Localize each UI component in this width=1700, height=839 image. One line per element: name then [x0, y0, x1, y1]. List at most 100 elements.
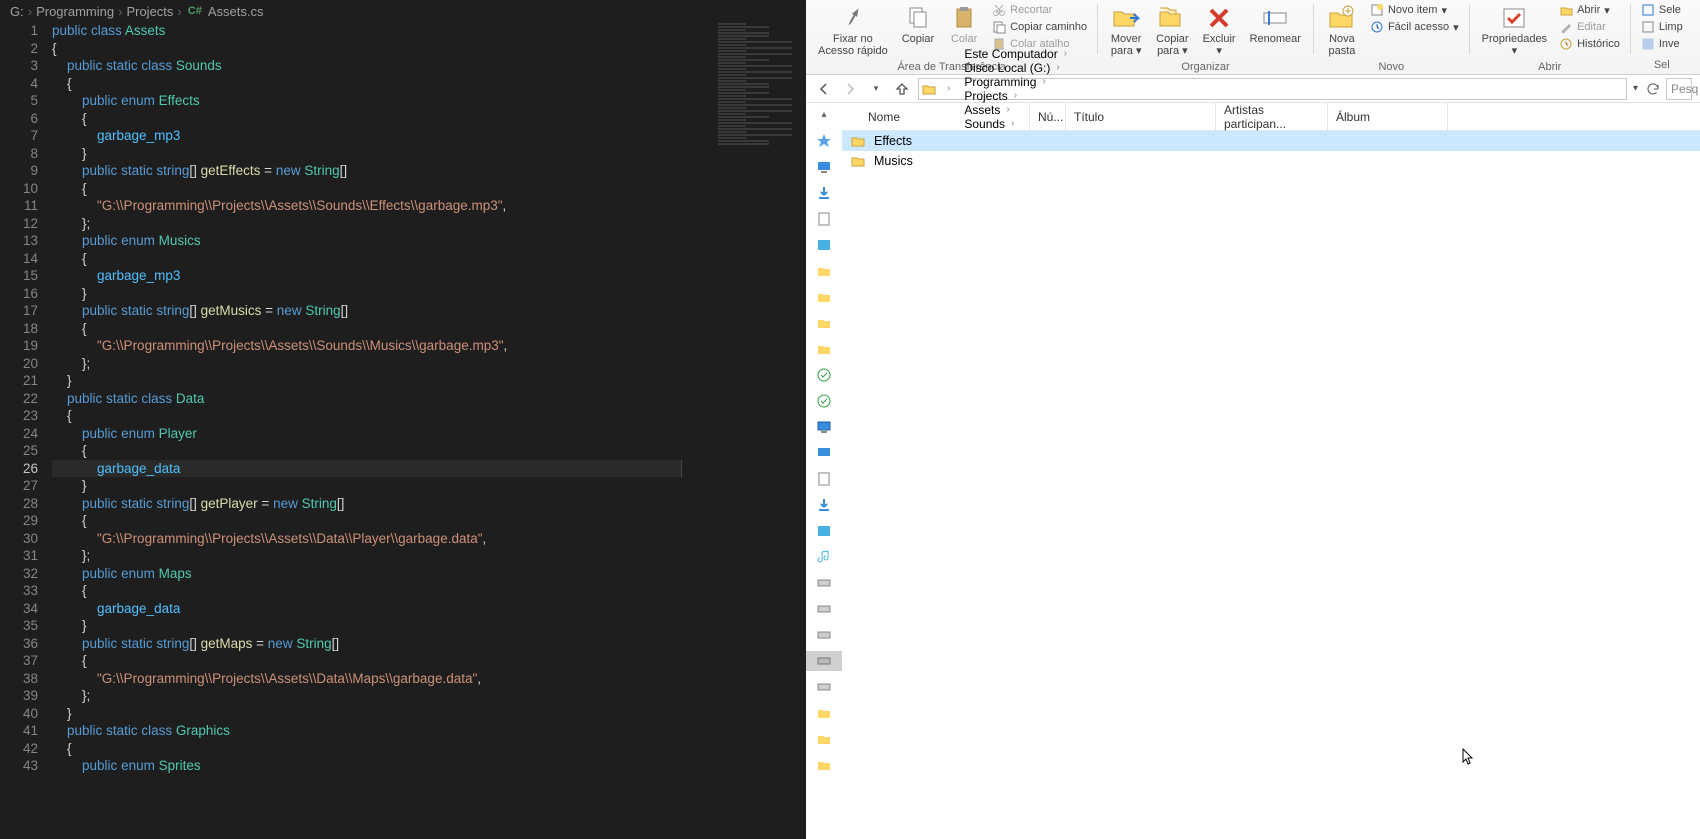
drive-icon[interactable]	[813, 599, 835, 619]
code-line[interactable]: public enum Musics	[52, 232, 806, 250]
code-line[interactable]: garbage_mp3	[52, 127, 806, 145]
line-number[interactable]: 33	[0, 582, 38, 600]
this-pc-icon[interactable]	[813, 417, 835, 437]
search-input[interactable]: Pesq	[1666, 78, 1692, 100]
crumb[interactable]: G:	[10, 4, 24, 19]
folder-icon[interactable]	[813, 287, 835, 307]
code-line[interactable]: public static class Data	[52, 390, 806, 408]
line-number[interactable]: 35	[0, 617, 38, 635]
line-number[interactable]: 2	[0, 40, 38, 58]
code-line[interactable]: public class Assets	[52, 22, 806, 40]
breadcrumb-segment[interactable]: Este Computador›	[960, 47, 1077, 61]
crumb[interactable]: Projects	[126, 4, 173, 19]
desktop-icon[interactable]	[813, 443, 835, 463]
column-headers[interactable]: NomeNú...TítuloArtistas participan...Álb…	[842, 103, 1700, 131]
breadcrumb-segment[interactable]: Programming›	[960, 75, 1077, 89]
downloads-icon[interactable]	[813, 495, 835, 515]
vscode-breadcrumbs[interactable]: G:› Programming› Projects› C# Assets.cs	[0, 0, 806, 22]
code-line[interactable]: {	[52, 110, 806, 128]
line-number[interactable]: 23	[0, 407, 38, 425]
line-number[interactable]: 26	[0, 460, 38, 478]
line-number[interactable]: 29	[0, 512, 38, 530]
line-number[interactable]: 17	[0, 302, 38, 320]
code-line[interactable]: }	[52, 372, 806, 390]
code-line[interactable]: {	[52, 442, 806, 460]
code-line[interactable]: "G:\\Programming\\Projects\\Assets\\Data…	[52, 670, 806, 688]
code-line[interactable]: {	[52, 320, 806, 338]
properties-button[interactable]: Propriedades▾	[1476, 2, 1553, 59]
line-number[interactable]: 38	[0, 670, 38, 688]
code-line[interactable]: {	[52, 740, 806, 758]
code-line[interactable]: };	[52, 355, 806, 373]
folder-row[interactable]: Effects	[842, 131, 1700, 151]
forward-button[interactable]	[840, 79, 860, 99]
code-line[interactable]: "G:\\Programming\\Projects\\Assets\\Data…	[52, 530, 806, 548]
onedrive-sync-icon[interactable]	[813, 391, 835, 411]
line-number[interactable]: 32	[0, 565, 38, 583]
code-line[interactable]: garbage_mp3	[52, 267, 806, 285]
paste-button[interactable]: Colar	[942, 2, 986, 47]
code-line[interactable]: garbage_data	[52, 460, 682, 478]
code-line[interactable]: {	[52, 40, 806, 58]
folder-icon[interactable]	[813, 703, 835, 723]
documents-icon[interactable]	[813, 469, 835, 489]
recent-locations-button[interactable]: ▾	[866, 79, 886, 99]
new-folder-button[interactable]: Novapasta	[1320, 2, 1364, 59]
line-number[interactable]: 6	[0, 110, 38, 128]
copy-button[interactable]: Copiar	[896, 2, 940, 47]
code-line[interactable]: }	[52, 617, 806, 635]
select-all-button[interactable]: Sele	[1637, 2, 1687, 18]
breadcrumb-path[interactable]: › Este Computador›Disco Local (G:)›Progr…	[918, 78, 1627, 100]
line-number[interactable]: 20	[0, 355, 38, 373]
crumb[interactable]: Programming	[36, 4, 114, 19]
code-content[interactable]: public class Assets{ public static class…	[52, 22, 806, 839]
folder-icon[interactable]	[813, 313, 835, 333]
rename-button[interactable]: Renomear	[1244, 2, 1307, 47]
breadcrumb-segment[interactable]: Disco Local (G:)›	[960, 61, 1077, 75]
clear-selection-button[interactable]: Limp	[1637, 19, 1687, 35]
line-number[interactable]: 21	[0, 372, 38, 390]
folder-icon[interactable]	[813, 339, 835, 359]
code-line[interactable]: public static class Sounds	[52, 57, 806, 75]
nav-tree-collapsed[interactable]: ▴	[806, 103, 842, 839]
line-number[interactable]: 1	[0, 22, 38, 40]
column-header[interactable]: Artistas participan...	[1216, 103, 1328, 130]
column-header[interactable]: Álbum	[1328, 103, 1448, 130]
line-number[interactable]: 24	[0, 425, 38, 443]
line-number[interactable]: 22	[0, 390, 38, 408]
code-line[interactable]: public static class Graphics	[52, 722, 806, 740]
open-button[interactable]: Abrir ▾	[1555, 2, 1624, 18]
copy-to-button[interactable]: Copiarpara ▾	[1150, 2, 1194, 59]
refresh-button[interactable]	[1646, 82, 1660, 96]
line-number[interactable]: 15	[0, 267, 38, 285]
line-number[interactable]: 31	[0, 547, 38, 565]
line-number[interactable]: 16	[0, 285, 38, 303]
line-number[interactable]: 10	[0, 180, 38, 198]
code-line[interactable]: public enum Sprites	[52, 757, 806, 775]
addr-dropdown-button[interactable]: ▾	[1633, 83, 1638, 94]
line-number[interactable]: 3	[0, 57, 38, 75]
file-rows[interactable]: EffectsMusics	[842, 131, 1700, 839]
documents-icon[interactable]	[813, 209, 835, 229]
code-line[interactable]: "G:\\Programming\\Projects\\Assets\\Soun…	[52, 337, 806, 355]
code-line[interactable]: }	[52, 145, 806, 163]
line-number[interactable]: 37	[0, 652, 38, 670]
line-number[interactable]: 42	[0, 740, 38, 758]
code-line[interactable]: public static string[] getEffects = new …	[52, 162, 806, 180]
drive-icon[interactable]	[813, 625, 835, 645]
downloads-icon[interactable]	[813, 183, 835, 203]
copy-path-button[interactable]: Copiar caminho	[988, 19, 1091, 35]
code-line[interactable]: public static string[] getMaps = new Str…	[52, 635, 806, 653]
code-line[interactable]: };	[52, 215, 806, 233]
breadcrumb-segment[interactable]: Projects›	[960, 89, 1077, 103]
code-line[interactable]: {	[52, 407, 806, 425]
code-line[interactable]: {	[52, 75, 806, 93]
line-number[interactable]: 43	[0, 757, 38, 775]
scroll-up-icon[interactable]: ▴	[821, 109, 826, 125]
drive-icon[interactable]	[813, 573, 835, 593]
desktop-icon[interactable]	[813, 157, 835, 177]
quick-access-star-icon[interactable]	[813, 131, 835, 151]
up-button[interactable]	[892, 79, 912, 99]
code-line[interactable]: }	[52, 285, 806, 303]
code-line[interactable]: }	[52, 705, 806, 723]
